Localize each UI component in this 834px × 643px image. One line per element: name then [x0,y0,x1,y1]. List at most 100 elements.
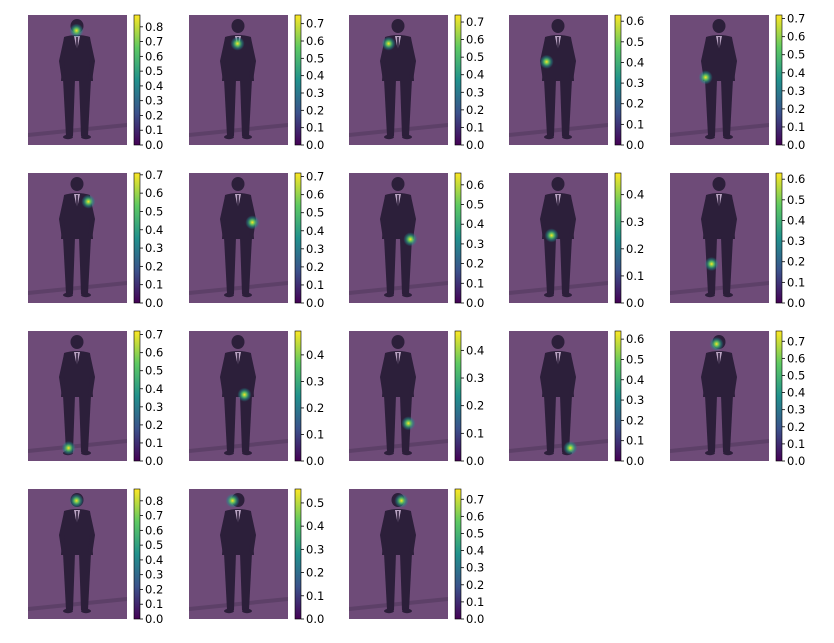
colorbar-tick-label: 0.2 [145,418,163,432]
heatmap-panel-16: 0.00.10.20.30.40.50.60.70.8 [28,488,163,626]
person-left-shoe [544,450,554,456]
person-tie [76,195,78,209]
colorbar-tick-label: 0.4 [626,373,644,387]
heatmap-hotspot [230,36,245,51]
colorbar-tick-label: 0.0 [787,454,805,468]
colorbar-tick-label: 0.8 [145,494,163,508]
colorbar-tick-label: 0.0 [145,138,163,152]
colorbar-tick-label: 0.6 [145,186,163,200]
colorbar-tick-label: 0.3 [466,85,484,99]
heatmap-hotspot [61,441,76,455]
person-left-shoe [384,450,394,456]
colorbar-tick-label: 0.5 [626,35,644,49]
heatmap-panel-1: 0.00.10.20.30.40.50.60.70.8 [28,14,163,152]
colorbar-tick-label: 0.4 [626,188,644,202]
person-head [70,177,84,191]
heatmap-panel-15: 0.0 0.1 0.2 0.3 0.4 0.5 0.6 0.7 [670,330,805,468]
colorbar-tick-label: 0.2 [306,566,324,580]
colorbar-tick-label: 0.1 [466,120,484,134]
person-head [391,177,405,191]
heatmap-hotspot [394,493,409,508]
colorbar-tick-label: 0.2 [466,103,484,117]
person-left-shoe [705,134,715,140]
heatmap-hotspot [544,228,559,243]
colorbar-tick-label: 0.0 [466,296,484,310]
colorbar-tick-label: 0.4 [466,68,484,82]
colorbar-tick-label: 0.3 [306,542,324,556]
colorbar-tick-label: 0.0 [466,612,484,626]
person-tie [237,511,239,525]
colorbar-tick-label: 0.6 [787,172,805,186]
person-left-shoe [63,134,73,140]
person-right-shoe [402,292,412,298]
person-right-shoe [402,608,412,614]
colorbar-tick-label: 0.5 [466,50,484,64]
person-right-shoe [242,134,252,140]
person-right-shoe [81,608,91,614]
heatmap-panel-2: 0.0 0.1 0.2 0.3 0.4 0.5 0.6 0.7 [189,14,324,152]
colorbar-tick-label: 0.1 [145,123,163,137]
colorbar-tick-label: 0.4 [145,382,163,396]
person-tie [397,353,399,367]
person-tie [237,195,239,209]
colorbar-tick-label: 0.6 [306,34,324,48]
person-left-shoe [705,292,715,298]
colorbar-tick-label: 0.1 [306,278,324,292]
colorbar-tick-label: 0.5 [306,496,324,510]
heatmap-panel-13: 0.0 0.1 0.2 0.3 0.4 [349,330,484,468]
heatmap-hotspot [381,36,396,51]
person-left-shoe [384,608,394,614]
colorbar-tick-label: 0.3 [466,237,484,251]
colorbar [775,172,783,304]
colorbar-tick-label: 0.6 [466,178,484,192]
person-head [391,335,405,349]
colorbar-tick-label: 0.0 [145,296,163,310]
colorbar-tick-label: 0.3 [466,371,484,385]
person-head [712,177,726,191]
colorbar-tick-label: 0.1 [787,120,805,134]
colorbar-tick-label: 0.0 [145,454,163,468]
person-left-shoe [224,608,234,614]
colorbar-tick-label: 0.1 [787,275,805,289]
colorbar-tick-label: 0.2 [787,420,805,434]
heatmap-hotspot [81,194,96,209]
person-left-shoe [384,292,394,298]
colorbar-tick-label: 0.0 [306,612,324,626]
colorbar-tick-label: 0.0 [466,138,484,152]
colorbar-tick-label: 0.3 [787,403,805,417]
colorbar-tick-label: 0.1 [306,589,324,603]
colorbar-tick-label: 0.3 [787,234,805,248]
person-head [391,19,405,33]
colorbar-tick-label: 0.7 [145,168,163,182]
person-head [231,19,245,33]
colorbar-tick-label: 0.5 [145,64,163,78]
colorbar [775,14,783,146]
heatmap-hotspot [403,232,418,247]
heatmap-hotspot [539,54,554,69]
heatmap-hotspot [237,387,252,402]
person-left-shoe [63,292,73,298]
colorbar-tick-label: 0.1 [306,427,324,441]
colorbar-tick-label: 0.6 [626,14,644,28]
person-head [70,335,84,349]
person-head [231,335,245,349]
colorbar-tick-label: 0.6 [787,30,805,44]
person-left-shoe [544,292,554,298]
person-head [551,19,565,33]
colorbar [454,172,462,304]
colorbar-tick-label: 0.1 [466,595,484,609]
heatmap-hotspot [401,416,416,431]
person-right-shoe [402,450,412,456]
heatmap-panel-5: 0.0 0.1 0.2 0.3 0.4 0.5 0.6 0.7 [670,12,805,152]
colorbar-tick-label: 0.5 [787,48,805,62]
person-tie [718,195,720,209]
colorbar-tick-label: 0.1 [787,437,805,451]
person-head [551,335,565,349]
heatmap-panel-12: 0.0 0.1 0.2 0.3 0.4 [189,330,324,468]
colorbar [454,488,462,620]
colorbar-tick-label: 0.6 [626,332,644,346]
colorbar-tick-label: 0.3 [145,241,163,255]
colorbar-tick-label: 0.5 [466,198,484,212]
heatmap-grid: 0.00.10.20.30.40.50.60.70.80.00.10.20.30… [28,12,805,626]
colorbar-tick-label: 0.2 [466,399,484,413]
